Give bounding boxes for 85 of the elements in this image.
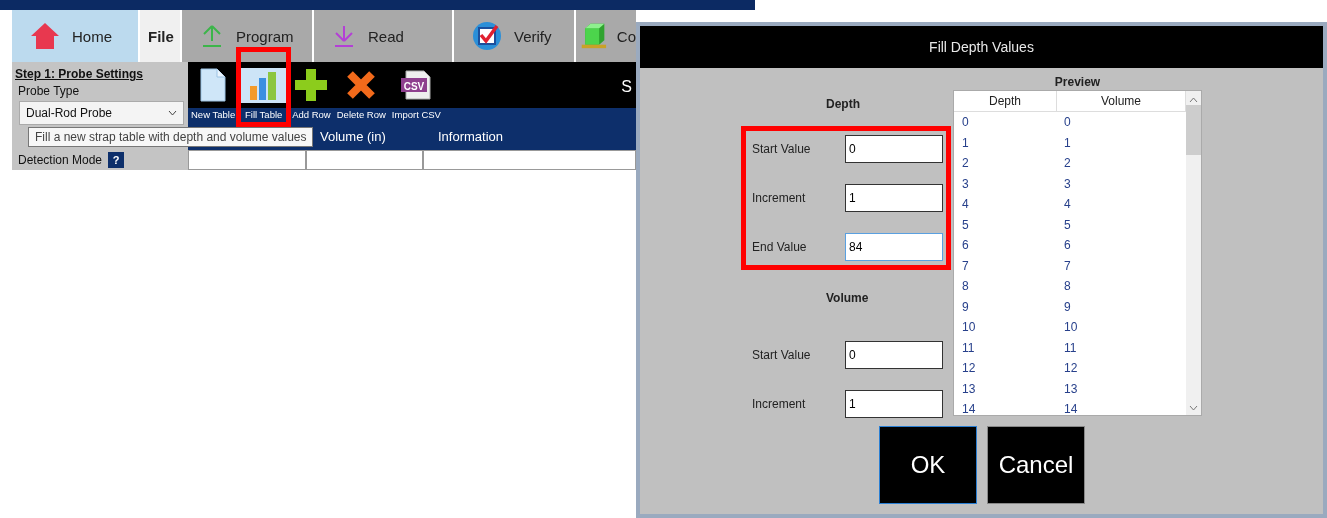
list-cell-text: 11 — [1063, 340, 1078, 355]
checkmark-icon — [472, 21, 502, 51]
input-field[interactable]: 1 — [845, 390, 943, 418]
toolbar-title: S — [621, 78, 633, 97]
list-cell-text: 4 — [961, 197, 970, 212]
column-header[interactable]: Depth — [954, 91, 1057, 111]
table-cell[interactable] — [423, 150, 636, 170]
field-label: Probe Type — [18, 84, 80, 98]
toolbar-button[interactable]: Add Row — [292, 108, 331, 122]
download-icon — [332, 24, 356, 48]
field-label: Start Value — [752, 142, 812, 156]
document-icon[interactable] — [199, 68, 228, 102]
toolbar-button[interactable]: New Table — [191, 108, 236, 122]
field-label: End Value — [752, 240, 808, 254]
ribbon-tab[interactable]: Home — [12, 10, 138, 62]
list-cell-text: 1 — [961, 135, 970, 150]
input-field[interactable]: 0 — [845, 135, 943, 163]
help-button[interactable]: ? — [108, 152, 125, 168]
field-label: Increment — [752, 191, 807, 205]
tooltip: Fill a new strap table with depth and volume values — [28, 127, 314, 147]
section-heading: Volume — [826, 291, 869, 305]
table-cell[interactable] — [188, 150, 306, 170]
house-icon — [30, 22, 60, 50]
probe-type-dropdown[interactable]: Dual-Rod Probe — [19, 101, 184, 125]
toolbar-button[interactable]: Delete Row — [336, 108, 386, 122]
list-cell-text: 2 — [1063, 156, 1072, 171]
chevron-down-icon[interactable] — [1189, 405, 1198, 411]
section-title: Step 1: Probe Settings — [15, 67, 144, 81]
list-cell-text: 10 — [961, 320, 977, 335]
field-label: Start Value — [752, 348, 812, 362]
list-cell-text: 6 — [961, 238, 970, 253]
section-heading: Depth — [826, 97, 860, 111]
field-label: Detection Mode — [18, 153, 103, 167]
list-cell-text: 5 — [961, 217, 970, 232]
list-cell-text: 0 — [961, 115, 970, 130]
chevron-down-icon — [168, 110, 177, 116]
list-cell-text: 13 — [1063, 381, 1079, 396]
preview-list[interactable]: Depth Volume 0 0 1 1 2 2 3 3 4 4 5 5 6 6 7 7 8 8 9 9 10 10 11 11 12 12 13 13 14 14 — [953, 90, 1202, 416]
list-cell-text: 7 — [1063, 258, 1072, 273]
list-cell-text: 4 — [1063, 197, 1072, 212]
list-cell-text: 9 — [961, 299, 970, 314]
list-cell-text: 8 — [1063, 279, 1072, 294]
list-cell-text: 3 — [961, 176, 970, 191]
input-field[interactable]: 0 — [845, 341, 943, 369]
list-cell-text: 1 — [1063, 135, 1072, 150]
table-cell[interactable] — [306, 150, 423, 170]
ok-button[interactable]: OK — [879, 426, 977, 504]
list-cell-text: 8 — [961, 279, 970, 294]
column-header: Information — [437, 128, 505, 144]
list-cell-text: 14 — [961, 402, 977, 415]
list-cell-text: 14 — [1063, 402, 1079, 415]
input-field[interactable]: 1 — [845, 184, 943, 212]
list-cell-text: 2 — [961, 156, 970, 171]
scrollbar[interactable] — [1186, 91, 1201, 415]
list-cell-text: 7 — [961, 258, 970, 273]
toolbar-button[interactable]: Import CSV — [391, 108, 441, 122]
section-heading: Preview — [1054, 75, 1101, 89]
list-cell-text: 9 — [1063, 299, 1072, 314]
list-cell-text: 12 — [1063, 361, 1079, 376]
plus-icon[interactable] — [294, 68, 329, 102]
list-cell-text: 3 — [1063, 176, 1072, 191]
cancel-button[interactable]: Cancel — [987, 426, 1085, 504]
delete-icon[interactable] — [346, 70, 377, 100]
list-cell-text: 13 — [961, 381, 977, 396]
cube-icon — [580, 21, 608, 51]
scroll-thumb[interactable] — [1186, 105, 1201, 155]
list-cell-text: 10 — [1063, 320, 1079, 335]
list-cell-text: 5 — [1063, 217, 1072, 232]
ribbon-tab[interactable]: Verify — [454, 10, 574, 62]
file-menu-tab[interactable]: File — [140, 10, 180, 62]
input-field[interactable]: 84 — [845, 233, 943, 261]
ribbon-tab[interactable]: Co — [576, 10, 636, 62]
chevron-up-icon[interactable] — [1189, 97, 1198, 103]
bar-chart-icon[interactable] — [241, 67, 287, 103]
column-header: Volume (in) — [319, 128, 387, 144]
list-cell-text: 6 — [1063, 238, 1072, 253]
ribbon-tab[interactable]: Read — [314, 10, 452, 62]
ribbon-tab[interactable]: Program — [182, 10, 312, 62]
upload-icon — [200, 24, 224, 48]
list-cell-text: 0 — [1063, 115, 1072, 130]
field-label: Increment — [752, 397, 807, 411]
toolbar-button[interactable]: Fill Table — [245, 108, 283, 122]
dialog-title: Fill Depth Values — [640, 26, 1323, 68]
list-cell-text: 11 — [961, 340, 976, 355]
list-cell-text: 12 — [961, 361, 977, 376]
